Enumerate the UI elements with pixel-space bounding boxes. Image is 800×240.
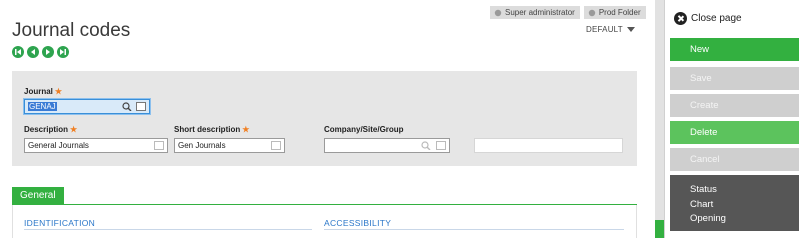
company-field[interactable] <box>324 138 450 153</box>
folder-badge[interactable]: Prod Folder <box>583 6 646 19</box>
required-star-icon: ★ <box>54 87 63 96</box>
close-page-button[interactable]: Close page <box>674 12 742 25</box>
folder-key-icon <box>588 9 596 16</box>
more-actions-menu: Status Chart Opening <box>670 175 799 231</box>
next-icon <box>46 49 50 55</box>
accessibility-divider <box>324 229 624 230</box>
folder-badge-label: Prod Folder <box>598 8 641 17</box>
new-button[interactable]: New <box>670 38 799 61</box>
short-description-label: Short description ★ <box>174 125 250 134</box>
company-label: Company/Site/Group <box>324 125 404 134</box>
record-navigation <box>12 46 69 58</box>
opening-link[interactable]: Opening <box>690 212 799 227</box>
header-badges: Super administrator Prod Folder <box>490 6 646 19</box>
description-label: Description ★ <box>24 125 78 134</box>
create-button[interactable]: Create <box>670 94 799 117</box>
required-star-icon: ★ <box>242 125 250 134</box>
tab-general[interactable]: General <box>12 187 64 205</box>
last-icon <box>60 49 66 55</box>
view-selector-label: DEFAULT <box>586 25 623 34</box>
previous-icon <box>31 49 35 55</box>
user-key-icon <box>494 9 502 16</box>
lookup-icon[interactable] <box>136 102 146 111</box>
translate-icon[interactable] <box>271 141 281 150</box>
search-icon[interactable] <box>421 141 431 150</box>
user-badge[interactable]: Super administrator <box>490 6 580 19</box>
short-description-value: Gen Journals <box>178 141 226 150</box>
last-record-button[interactable] <box>57 46 69 58</box>
cancel-button[interactable]: Cancel <box>670 148 799 171</box>
identification-divider <box>24 229 312 230</box>
delete-button[interactable]: Delete <box>670 121 799 144</box>
scrollbar-thumb[interactable] <box>655 220 664 238</box>
short-description-field[interactable]: Gen Journals <box>174 138 285 153</box>
page-scrollbar[interactable] <box>655 0 664 238</box>
previous-record-button[interactable] <box>27 46 39 58</box>
company-description-field <box>474 138 623 153</box>
journal-label: Journal ★ <box>24 87 63 96</box>
status-link[interactable]: Status <box>690 183 799 198</box>
journal-field[interactable]: GENAJ <box>24 99 150 114</box>
description-value: General Journals <box>28 141 89 150</box>
save-button[interactable]: Save <box>670 67 799 90</box>
section-identification: IDENTIFICATION <box>24 218 96 228</box>
user-badge-label: Super administrator <box>505 8 575 17</box>
next-record-button[interactable] <box>42 46 54 58</box>
chart-link[interactable]: Chart <box>690 198 799 213</box>
view-selector[interactable]: DEFAULT <box>586 25 635 34</box>
chevron-down-icon <box>626 27 635 32</box>
first-icon <box>15 49 21 55</box>
close-page-label: Close page <box>691 13 742 24</box>
description-field[interactable]: General Journals <box>24 138 168 153</box>
translate-icon[interactable] <box>154 141 164 150</box>
required-star-icon: ★ <box>70 125 78 134</box>
first-record-button[interactable] <box>12 46 24 58</box>
journal-value: GENAJ <box>28 102 57 111</box>
section-accessibility: ACCESSIBILITY <box>324 218 392 228</box>
search-icon[interactable] <box>122 102 132 111</box>
close-icon <box>674 12 687 25</box>
page-title: Journal codes <box>12 20 131 41</box>
lookup-icon[interactable] <box>436 141 446 150</box>
